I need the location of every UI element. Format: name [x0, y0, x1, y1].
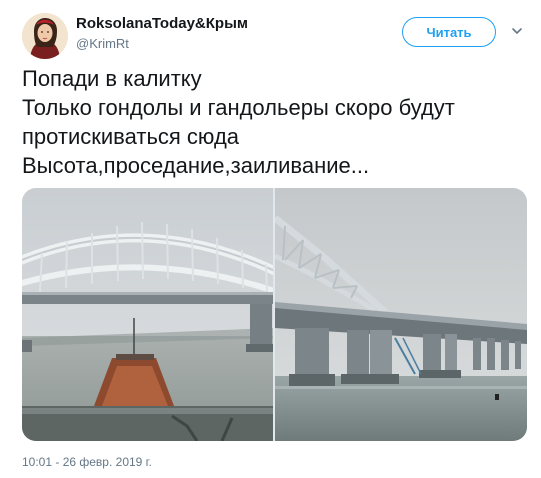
avatar[interactable]	[22, 13, 68, 59]
avatar-portrait-icon	[22, 13, 68, 59]
tweet-text-line: протискиваться сюда	[22, 124, 240, 149]
tweet-text-line: Высота,проседание,заиливание...	[22, 153, 370, 178]
tweet-timestamp[interactable]: 10:01 - 26 февр. 2019 г.	[22, 455, 152, 469]
photo-arch-bridge-with-barge[interactable]	[22, 188, 273, 441]
media-grid	[22, 188, 527, 441]
tweet-text-line: Попади в калитку	[22, 66, 202, 91]
chevron-down-icon[interactable]	[510, 24, 524, 38]
tweet-text-line: Только гондолы и гандольеры скоро будут	[22, 95, 455, 120]
photo-bridge-pillars-in-water[interactable]	[275, 188, 527, 441]
follow-button[interactable]: Читать	[402, 17, 496, 47]
author-handle[interactable]: @KrimRt	[76, 36, 129, 51]
author-display-name[interactable]: RoksolanaToday&Крым	[76, 15, 248, 32]
tweet-text: Попади в калитку Только гондолы и гандол…	[22, 64, 522, 180]
